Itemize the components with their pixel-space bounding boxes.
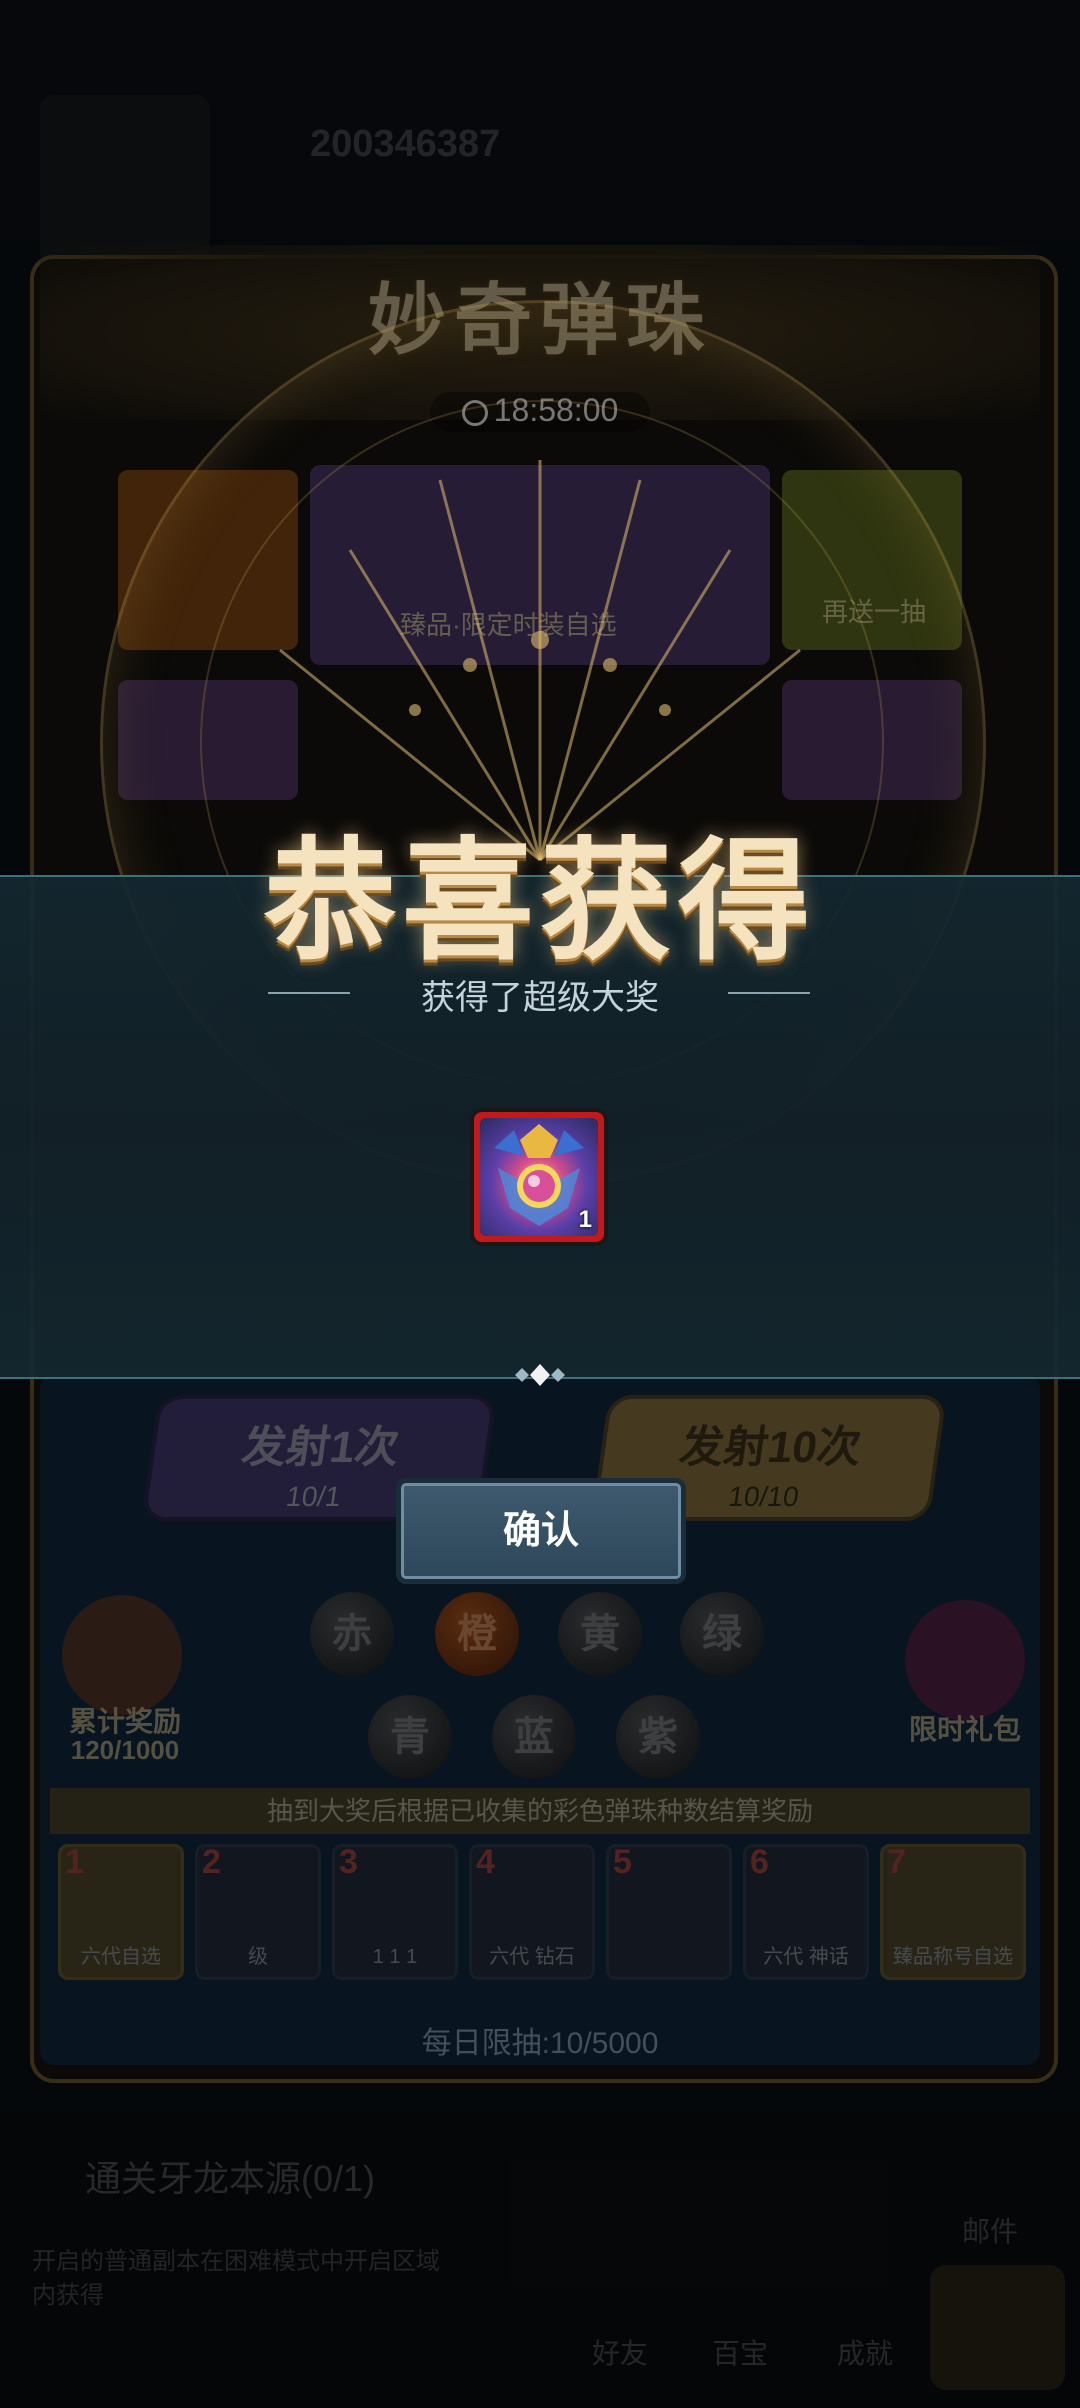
diamond-ornament-icon [515,1364,565,1386]
super-prize-badge-icon: 1 [480,1118,598,1236]
dialog-subtitle: 获得了超级大奖 [421,979,659,1017]
confirm-button[interactable]: 确认 [396,1478,686,1584]
item-count: 1 [578,1206,592,1233]
divider-right [728,992,810,994]
dialog-title: 恭喜获得 [264,825,816,979]
reward-item[interactable]: 1 [470,1108,608,1246]
